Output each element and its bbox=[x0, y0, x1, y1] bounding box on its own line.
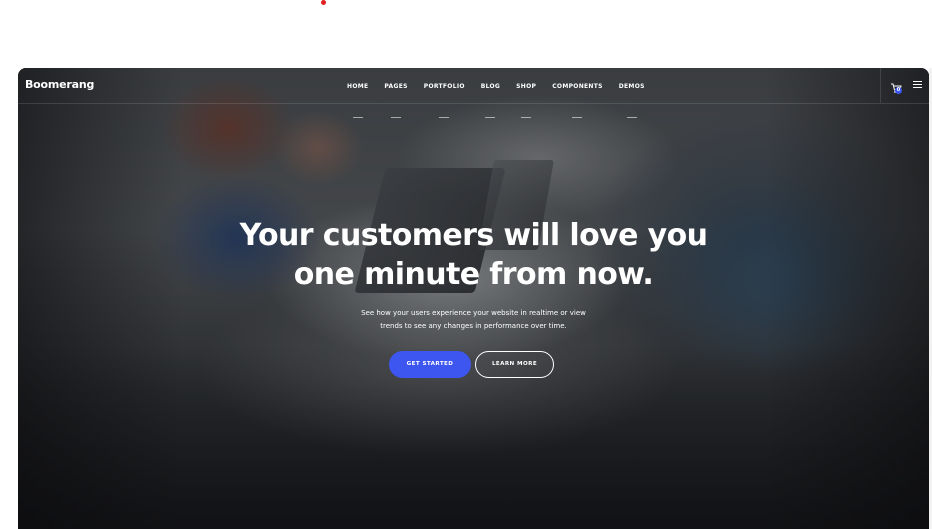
hero-subtitle-line-1: See how your users experience your websi… bbox=[361, 309, 586, 317]
hero-vignette bbox=[18, 68, 929, 529]
hero-subtitle-line-2: trends to see any changes in performance… bbox=[380, 322, 567, 330]
website-preview: Boomerang HOME PAGES PORTFOLIO BLOG SHOP bbox=[18, 68, 929, 529]
navbar-actions: 0 bbox=[880, 68, 929, 103]
hamburger-menu-icon[interactable] bbox=[913, 81, 922, 88]
cart-icon[interactable]: 0 bbox=[890, 79, 902, 94]
nav-underline bbox=[626, 117, 637, 118]
nav-underline bbox=[391, 117, 402, 118]
cart-count-badge: 0 bbox=[895, 87, 902, 94]
brand-logo[interactable]: Boomerang bbox=[25, 78, 94, 91]
nav-underline bbox=[485, 117, 496, 118]
nav-item-label: COMPONENTS bbox=[552, 83, 603, 90]
nav-underline bbox=[352, 117, 363, 118]
get-started-button[interactable]: GET STARTED bbox=[389, 351, 471, 378]
main-nav: HOME PAGES PORTFOLIO BLOG SHOP COMPONENT… bbox=[339, 68, 653, 118]
hero-subtitle: See how your users experience your websi… bbox=[18, 307, 929, 333]
nav-underline bbox=[439, 117, 450, 118]
top-navbar: Boomerang HOME PAGES PORTFOLIO BLOG SHOP bbox=[18, 68, 929, 118]
nav-item-label: HOME bbox=[347, 83, 369, 90]
nav-underline bbox=[521, 117, 532, 118]
nav-item-label: BLOG bbox=[480, 83, 501, 90]
nav-item-components[interactable]: COMPONENTS bbox=[544, 68, 611, 118]
nav-item-blog[interactable]: BLOG bbox=[473, 68, 508, 118]
nav-item-label: PORTFOLIO bbox=[423, 83, 465, 90]
nav-item-shop[interactable]: SHOP bbox=[508, 68, 544, 118]
nav-item-demos[interactable]: DEMOS bbox=[611, 68, 653, 118]
nav-underline bbox=[572, 117, 583, 118]
nav-item-portfolio[interactable]: PORTFOLIO bbox=[416, 68, 473, 118]
nav-item-pages[interactable]: PAGES bbox=[376, 68, 415, 118]
hero-title-line-1: Your customers will love you bbox=[239, 218, 708, 253]
hero-title: Your customers will love you one minute … bbox=[18, 216, 929, 294]
nav-item-label: DEMOS bbox=[618, 83, 645, 90]
nav-item-home[interactable]: HOME bbox=[339, 68, 376, 118]
hero-title-line-2: one minute from now. bbox=[293, 257, 654, 292]
nav-item-label: PAGES bbox=[384, 83, 408, 90]
nav-item-label: SHOP bbox=[516, 83, 537, 90]
recording-indicator-dot bbox=[321, 0, 326, 5]
learn-more-button[interactable]: LEARN MORE bbox=[475, 351, 554, 378]
